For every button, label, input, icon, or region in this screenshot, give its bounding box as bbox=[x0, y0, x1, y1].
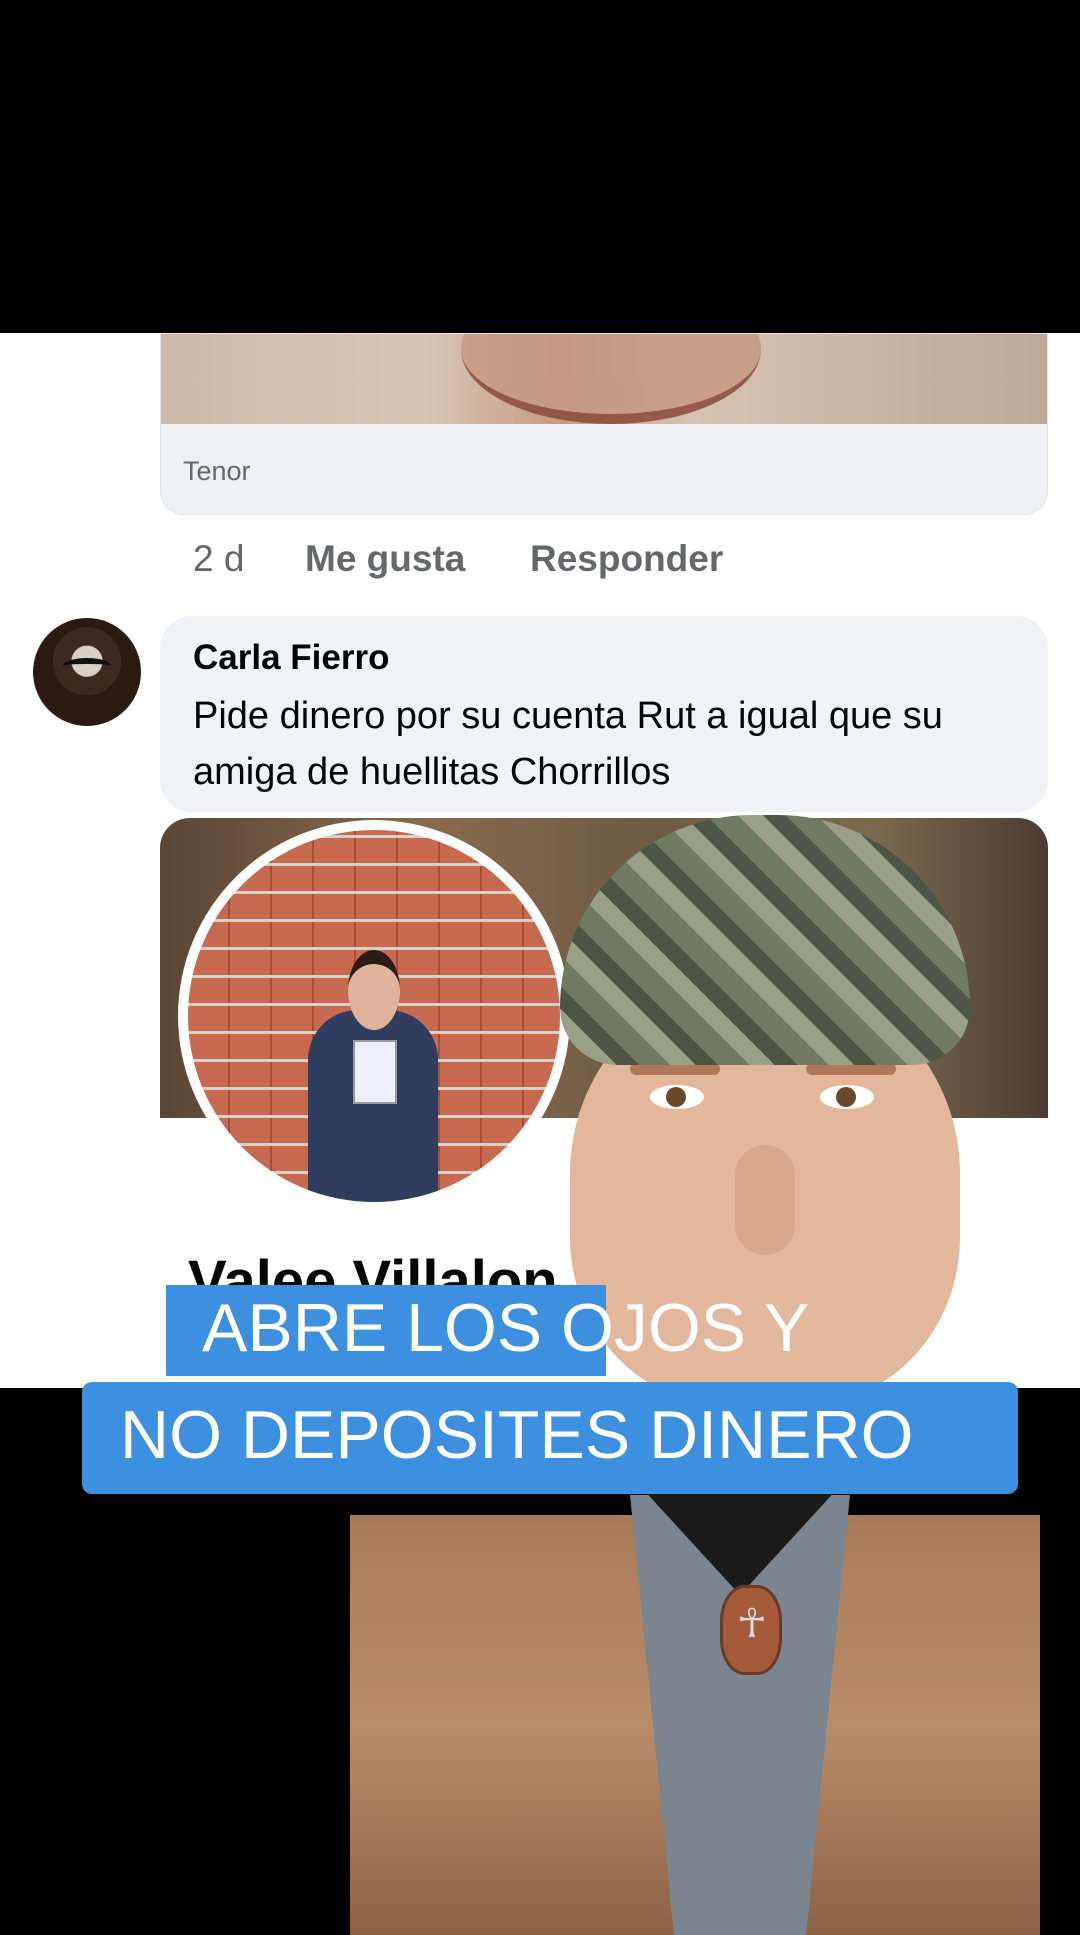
profile-picture[interactable] bbox=[188, 830, 560, 1202]
avatar[interactable] bbox=[33, 618, 141, 726]
gif-source-label: Tenor bbox=[183, 456, 251, 486]
reply-link[interactable]: Responder bbox=[530, 538, 723, 580]
gif-attachment[interactable]: Tenor bbox=[160, 333, 1048, 515]
pendant-icon: ☥ bbox=[720, 1585, 782, 1675]
comment-bubble: Carla Fierro Pide dinero por su cuenta R… bbox=[160, 616, 1048, 812]
caption-line-2: NO DEPOSITES DINERO bbox=[82, 1382, 1018, 1494]
bandana bbox=[560, 815, 970, 1065]
gif-image bbox=[161, 334, 1047, 424]
comment-text: Pide dinero por su cuenta Rut a igual qu… bbox=[193, 695, 943, 793]
comment-author[interactable]: Carla Fierro bbox=[193, 638, 389, 678]
like-link[interactable]: Me gusta bbox=[305, 538, 465, 580]
caption-line-1: ABRE LOS OJOS Y bbox=[166, 1285, 809, 1376]
comment-time: 2 d bbox=[193, 538, 245, 579]
